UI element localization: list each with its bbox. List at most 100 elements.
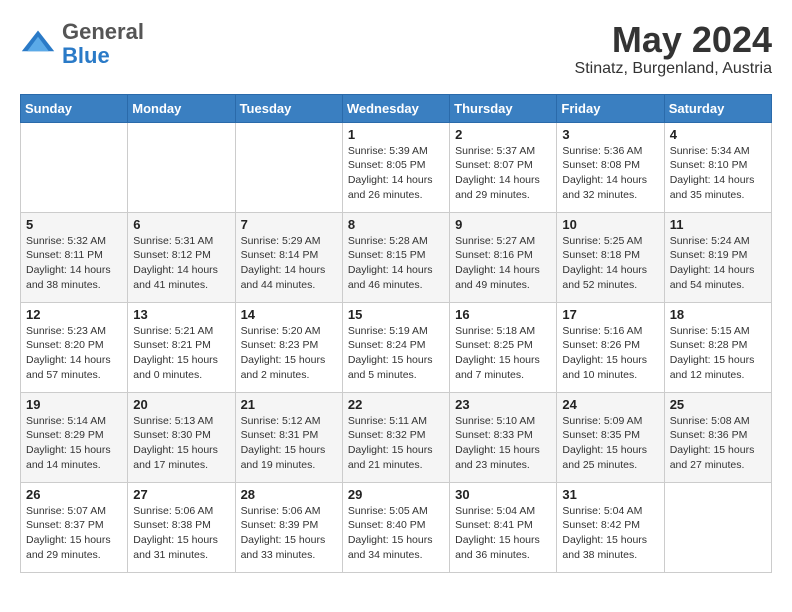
day-number: 1: [348, 127, 444, 142]
day-info: Sunrise: 5:18 AMSunset: 8:25 PMDaylight:…: [455, 324, 551, 383]
day-number: 4: [670, 127, 766, 142]
location-subtitle: Stinatz, Burgenland, Austria: [575, 60, 772, 78]
day-info: Sunrise: 5:39 AMSunset: 8:05 PMDaylight:…: [348, 144, 444, 203]
calendar-cell: 6 Sunrise: 5:31 AMSunset: 8:12 PMDaylight…: [128, 212, 235, 302]
calendar-cell: 20 Sunrise: 5:13 AMSunset: 8:30 PMDayligh…: [128, 392, 235, 482]
calendar-cell: 4 Sunrise: 5:34 AMSunset: 8:10 PMDaylight…: [664, 122, 771, 212]
day-info: Sunrise: 5:12 AMSunset: 8:31 PMDaylight:…: [241, 414, 337, 473]
calendar-cell: 28 Sunrise: 5:06 AMSunset: 8:39 PMDayligh…: [235, 482, 342, 572]
day-number: 23: [455, 397, 551, 412]
day-info: Sunrise: 5:05 AMSunset: 8:40 PMDaylight:…: [348, 504, 444, 563]
day-header-saturday: Saturday: [664, 94, 771, 122]
calendar-cell: [128, 122, 235, 212]
logo-icon: [20, 26, 56, 62]
day-number: 10: [562, 217, 658, 232]
day-number: 31: [562, 487, 658, 502]
calendar-cell: 31 Sunrise: 5:04 AMSunset: 8:42 PMDayligh…: [557, 482, 664, 572]
day-number: 19: [26, 397, 122, 412]
day-number: 20: [133, 397, 229, 412]
day-info: Sunrise: 5:34 AMSunset: 8:10 PMDaylight:…: [670, 144, 766, 203]
day-header-wednesday: Wednesday: [342, 94, 449, 122]
day-info: Sunrise: 5:20 AMSunset: 8:23 PMDaylight:…: [241, 324, 337, 383]
day-number: 26: [26, 487, 122, 502]
day-number: 27: [133, 487, 229, 502]
calendar-cell: 7 Sunrise: 5:29 AMSunset: 8:14 PMDaylight…: [235, 212, 342, 302]
day-number: 18: [670, 307, 766, 322]
title-block: May 2024 Stinatz, Burgenland, Austria: [575, 20, 772, 78]
day-info: Sunrise: 5:14 AMSunset: 8:29 PMDaylight:…: [26, 414, 122, 473]
day-info: Sunrise: 5:37 AMSunset: 8:07 PMDaylight:…: [455, 144, 551, 203]
calendar-cell: 15 Sunrise: 5:19 AMSunset: 8:24 PMDayligh…: [342, 302, 449, 392]
calendar-cell: 9 Sunrise: 5:27 AMSunset: 8:16 PMDaylight…: [450, 212, 557, 302]
calendar-cell: 23 Sunrise: 5:10 AMSunset: 8:33 PMDayligh…: [450, 392, 557, 482]
calendar-cell: 5 Sunrise: 5:32 AMSunset: 8:11 PMDaylight…: [21, 212, 128, 302]
day-number: 25: [670, 397, 766, 412]
calendar-week-2: 5 Sunrise: 5:32 AMSunset: 8:11 PMDaylight…: [21, 212, 772, 302]
calendar-cell: 11 Sunrise: 5:24 AMSunset: 8:19 PMDayligh…: [664, 212, 771, 302]
day-info: Sunrise: 5:09 AMSunset: 8:35 PMDaylight:…: [562, 414, 658, 473]
day-number: 24: [562, 397, 658, 412]
month-title: May 2024: [575, 20, 772, 60]
day-header-row: SundayMondayTuesdayWednesdayThursdayFrid…: [21, 94, 772, 122]
day-info: Sunrise: 5:04 AMSunset: 8:42 PMDaylight:…: [562, 504, 658, 563]
day-number: 6: [133, 217, 229, 232]
calendar-cell: 2Sunrise: 5:37 AMSunset: 8:07 PMDaylight…: [450, 122, 557, 212]
calendar-cell: 18Sunrise: 5:15 AMSunset: 8:28 PMDayligh…: [664, 302, 771, 392]
calendar-cell: 29 Sunrise: 5:05 AMSunset: 8:40 PMDayligh…: [342, 482, 449, 572]
calendar-cell: 25 Sunrise: 5:08 AMSunset: 8:36 PMDayligh…: [664, 392, 771, 482]
day-number: 15: [348, 307, 444, 322]
calendar-cell: [21, 122, 128, 212]
calendar-cell: 21 Sunrise: 5:12 AMSunset: 8:31 PMDayligh…: [235, 392, 342, 482]
day-info: Sunrise: 5:19 AMSunset: 8:24 PMDaylight:…: [348, 324, 444, 383]
day-number: 9: [455, 217, 551, 232]
day-number: 5: [26, 217, 122, 232]
calendar-cell: 10 Sunrise: 5:25 AMSunset: 8:18 PMDayligh…: [557, 212, 664, 302]
logo: General Blue: [20, 20, 144, 68]
day-number: 30: [455, 487, 551, 502]
day-number: 12: [26, 307, 122, 322]
calendar-cell: 27 Sunrise: 5:06 AMSunset: 8:38 PMDayligh…: [128, 482, 235, 572]
day-info: Sunrise: 5:06 AMSunset: 8:38 PMDaylight:…: [133, 504, 229, 563]
day-info: Sunrise: 5:32 AMSunset: 8:11 PMDaylight:…: [26, 234, 122, 293]
day-number: 14: [241, 307, 337, 322]
day-info: Sunrise: 5:07 AMSunset: 8:37 PMDaylight:…: [26, 504, 122, 563]
day-info: Sunrise: 5:08 AMSunset: 8:36 PMDaylight:…: [670, 414, 766, 473]
day-number: 28: [241, 487, 337, 502]
day-info: Sunrise: 5:27 AMSunset: 8:16 PMDaylight:…: [455, 234, 551, 293]
day-number: 21: [241, 397, 337, 412]
day-info: Sunrise: 5:21 AMSunset: 8:21 PMDaylight:…: [133, 324, 229, 383]
day-info: Sunrise: 5:10 AMSunset: 8:33 PMDaylight:…: [455, 414, 551, 473]
day-info: Sunrise: 5:23 AMSunset: 8:20 PMDaylight:…: [26, 324, 122, 383]
day-number: 11: [670, 217, 766, 232]
day-number: 8: [348, 217, 444, 232]
day-info: Sunrise: 5:36 AMSunset: 8:08 PMDaylight:…: [562, 144, 658, 203]
calendar-cell: 8Sunrise: 5:28 AMSunset: 8:15 PMDaylight…: [342, 212, 449, 302]
day-header-tuesday: Tuesday: [235, 94, 342, 122]
day-number: 7: [241, 217, 337, 232]
day-number: 29: [348, 487, 444, 502]
day-header-friday: Friday: [557, 94, 664, 122]
page-header: General Blue May 2024 Stinatz, Burgenlan…: [20, 20, 772, 78]
calendar-week-5: 26 Sunrise: 5:07 AMSunset: 8:37 PMDayligh…: [21, 482, 772, 572]
calendar-cell: [235, 122, 342, 212]
day-number: 17: [562, 307, 658, 322]
calendar-week-3: 12 Sunrise: 5:23 AMSunset: 8:20 PMDayligh…: [21, 302, 772, 392]
day-info: Sunrise: 5:06 AMSunset: 8:39 PMDaylight:…: [241, 504, 337, 563]
day-info: Sunrise: 5:25 AMSunset: 8:18 PMDaylight:…: [562, 234, 658, 293]
day-info: Sunrise: 5:24 AMSunset: 8:19 PMDaylight:…: [670, 234, 766, 293]
logo-blue-text: Blue: [62, 43, 110, 68]
day-info: Sunrise: 5:29 AMSunset: 8:14 PMDaylight:…: [241, 234, 337, 293]
calendar-cell: 26 Sunrise: 5:07 AMSunset: 8:37 PMDayligh…: [21, 482, 128, 572]
calendar-cell: 1 Sunrise: 5:39 AMSunset: 8:05 PMDaylight…: [342, 122, 449, 212]
calendar-cell: 16Sunrise: 5:18 AMSunset: 8:25 PMDayligh…: [450, 302, 557, 392]
day-info: Sunrise: 5:11 AMSunset: 8:32 PMDaylight:…: [348, 414, 444, 473]
day-info: Sunrise: 5:31 AMSunset: 8:12 PMDaylight:…: [133, 234, 229, 293]
calendar-week-1: 1 Sunrise: 5:39 AMSunset: 8:05 PMDaylight…: [21, 122, 772, 212]
logo-general-text: General: [62, 19, 144, 44]
day-info: Sunrise: 5:04 AMSunset: 8:41 PMDaylight:…: [455, 504, 551, 563]
calendar-table: SundayMondayTuesdayWednesdayThursdayFrid…: [20, 94, 772, 573]
calendar-cell: 24 Sunrise: 5:09 AMSunset: 8:35 PMDayligh…: [557, 392, 664, 482]
day-info: Sunrise: 5:13 AMSunset: 8:30 PMDaylight:…: [133, 414, 229, 473]
day-number: 22: [348, 397, 444, 412]
day-header-sunday: Sunday: [21, 94, 128, 122]
